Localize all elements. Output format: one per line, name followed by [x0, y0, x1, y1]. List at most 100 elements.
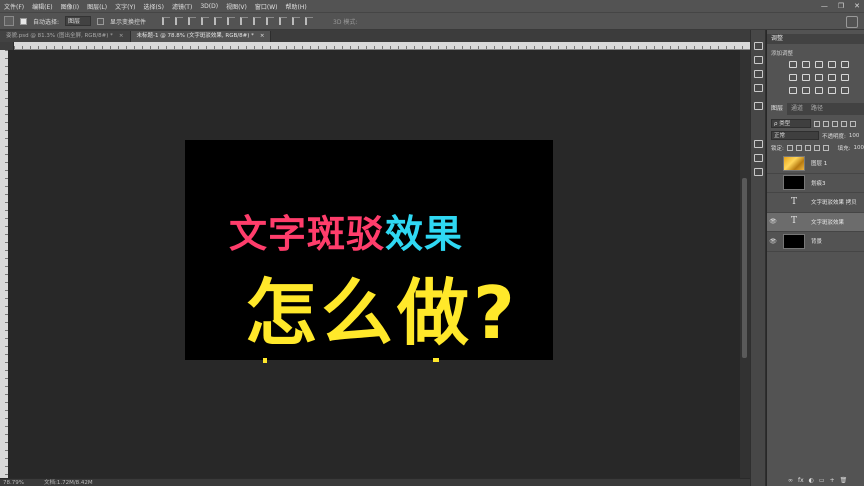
layer-filter-select[interactable]: ρ 类型 [771, 119, 811, 128]
lock-pixels-icon[interactable] [795, 144, 802, 151]
posterize-icon[interactable] [802, 87, 810, 94]
link-icon[interactable]: ∞ [788, 477, 793, 484]
tab-close-icon[interactable]: × [260, 33, 265, 39]
auto-select-checkbox[interactable] [20, 17, 27, 25]
channel-mixer-icon[interactable] [841, 74, 849, 81]
layers-panel-tabs: 图层 通道 路径 [767, 103, 864, 115]
paragraph-icon[interactable] [754, 84, 763, 92]
adjustments-tab[interactable]: 调整 [767, 34, 864, 44]
menu-view[interactable]: 视图(V) [222, 2, 251, 11]
headline-line-1: 文字斑驳效果 [229, 212, 463, 256]
brightness-icon[interactable] [789, 61, 797, 68]
filter-smart-icon[interactable] [850, 120, 856, 127]
black-white-icon[interactable] [815, 74, 823, 81]
invert-icon[interactable] [789, 87, 797, 94]
threshold-icon[interactable] [815, 87, 823, 94]
menu-window[interactable]: 窗口(W) [251, 2, 282, 11]
distribute-vcenter-icon[interactable] [253, 17, 262, 25]
group-icon[interactable]: ▭ [819, 477, 825, 484]
lock-transparency-icon[interactable] [786, 144, 793, 151]
layer-name: 图层 1 [811, 161, 828, 168]
tools-icon[interactable] [754, 102, 763, 110]
trash-icon[interactable]: 🗑 [840, 477, 848, 484]
tab-close-icon[interactable]: × [119, 33, 124, 39]
mask-icon[interactable]: ◐ [809, 477, 814, 484]
zoom-level[interactable]: 78.79% [3, 479, 24, 486]
workspace-icon[interactable] [846, 16, 858, 28]
vertical-ruler[interactable] [0, 50, 8, 478]
menu-type[interactable]: 文字(Y) [111, 2, 139, 11]
lock-all-icon[interactable] [822, 144, 829, 151]
distribute-bottom-icon[interactable] [266, 17, 275, 25]
exposure-icon[interactable] [828, 61, 836, 68]
document-canvas[interactable]: 文字斑驳效果 怎么做? [185, 140, 553, 363]
gradient-map-icon[interactable] [828, 87, 836, 94]
character-icon[interactable] [754, 70, 763, 78]
swatches-icon[interactable] [754, 168, 763, 176]
align-vcenter-icon[interactable] [175, 17, 184, 25]
photo-filter-icon[interactable] [828, 74, 836, 81]
distribute-right-icon[interactable] [305, 17, 314, 25]
distribute-top-icon[interactable] [240, 17, 249, 25]
close-icon[interactable]: ✕ [854, 2, 860, 10]
clone-icon[interactable] [754, 154, 763, 162]
layer-row[interactable]: 图层 1 [767, 154, 864, 174]
play-icon[interactable] [754, 56, 763, 64]
horizontal-ruler[interactable] [14, 42, 750, 50]
tab-document-2[interactable]: 未标题-1 @ 78.8% (文字斑驳效果, RGB/8#) * × [130, 31, 272, 42]
eye-icon[interactable]: 👁 [767, 238, 779, 245]
layer-name: 背景 [811, 239, 823, 246]
lock-artboard-icon[interactable] [813, 144, 820, 151]
menu-layer[interactable]: 图层(L) [83, 2, 111, 11]
move-tool-icon[interactable] [4, 16, 14, 26]
filter-shape-icon[interactable] [841, 120, 847, 127]
menu-bar: 文件(F) 编辑(E) 图像(I) 图层(L) 文字(Y) 选择(S) 滤镜(T… [0, 0, 864, 12]
fill-value[interactable]: 100 [853, 145, 864, 151]
menu-help[interactable]: 帮助(H) [282, 2, 311, 11]
menu-filter[interactable]: 滤镜(T) [168, 2, 196, 11]
new-layer-icon[interactable]: + [830, 477, 835, 484]
minimize-icon[interactable]: — [821, 2, 828, 10]
menu-file[interactable]: 文件(F) [0, 2, 28, 11]
vibrance-icon[interactable] [841, 61, 849, 68]
eye-icon[interactable]: 👁 [767, 218, 779, 225]
auto-select-target[interactable]: 图层 [65, 16, 92, 26]
menu-edit[interactable]: 编辑(E) [28, 2, 56, 11]
align-bottom-icon[interactable] [188, 17, 197, 25]
hue-saturation-icon[interactable] [789, 74, 797, 81]
blend-mode-select[interactable]: 正常 [771, 131, 819, 140]
show-transform-label: 显示变换控件 [110, 18, 147, 26]
align-top-icon[interactable] [162, 17, 171, 25]
curves-icon[interactable] [815, 61, 823, 68]
distribute-left-icon[interactable] [279, 17, 288, 25]
scrollbar-thumb[interactable] [742, 178, 747, 358]
restore-icon[interactable]: ❐ [838, 2, 844, 10]
align-hcenter-icon[interactable] [214, 17, 223, 25]
tab-document-1[interactable]: 姿貌.psd @ 81.3% (图出全屏, RGB/8#) * × [0, 31, 131, 42]
layer-row-selected[interactable]: 👁 T 文字斑驳效果 [767, 212, 864, 232]
tab-paths[interactable]: 路径 [807, 103, 827, 115]
layer-row[interactable]: 划痕3 [767, 174, 864, 193]
brush-icon[interactable] [754, 140, 763, 148]
color-balance-icon[interactable] [802, 74, 810, 81]
selective-color-icon[interactable] [841, 87, 849, 94]
filter-adjustment-icon[interactable] [823, 120, 829, 127]
align-right-icon[interactable] [227, 17, 236, 25]
opacity-value[interactable]: 100 [849, 133, 860, 139]
history-icon[interactable] [754, 42, 763, 50]
filter-pixel-icon[interactable] [814, 120, 820, 127]
layer-row[interactable]: 👁 背景 [767, 232, 864, 252]
levels-icon[interactable] [802, 61, 810, 68]
tab-channels[interactable]: 通道 [787, 103, 807, 115]
distribute-hcenter-icon[interactable] [292, 17, 301, 25]
menu-image[interactable]: 图像(I) [57, 2, 83, 11]
tab-layers[interactable]: 图层 [767, 103, 788, 115]
align-left-icon[interactable] [201, 17, 210, 25]
lock-position-icon[interactable] [804, 144, 811, 151]
show-transform-checkbox[interactable] [97, 17, 105, 25]
menu-3d[interactable]: 3D(D) [196, 3, 222, 10]
menu-select[interactable]: 选择(S) [139, 2, 168, 11]
fx-icon[interactable]: fx [798, 477, 804, 484]
filter-type-icon[interactable] [832, 120, 838, 127]
layer-row[interactable]: T 文字斑驳效果 拷贝 [767, 193, 864, 213]
